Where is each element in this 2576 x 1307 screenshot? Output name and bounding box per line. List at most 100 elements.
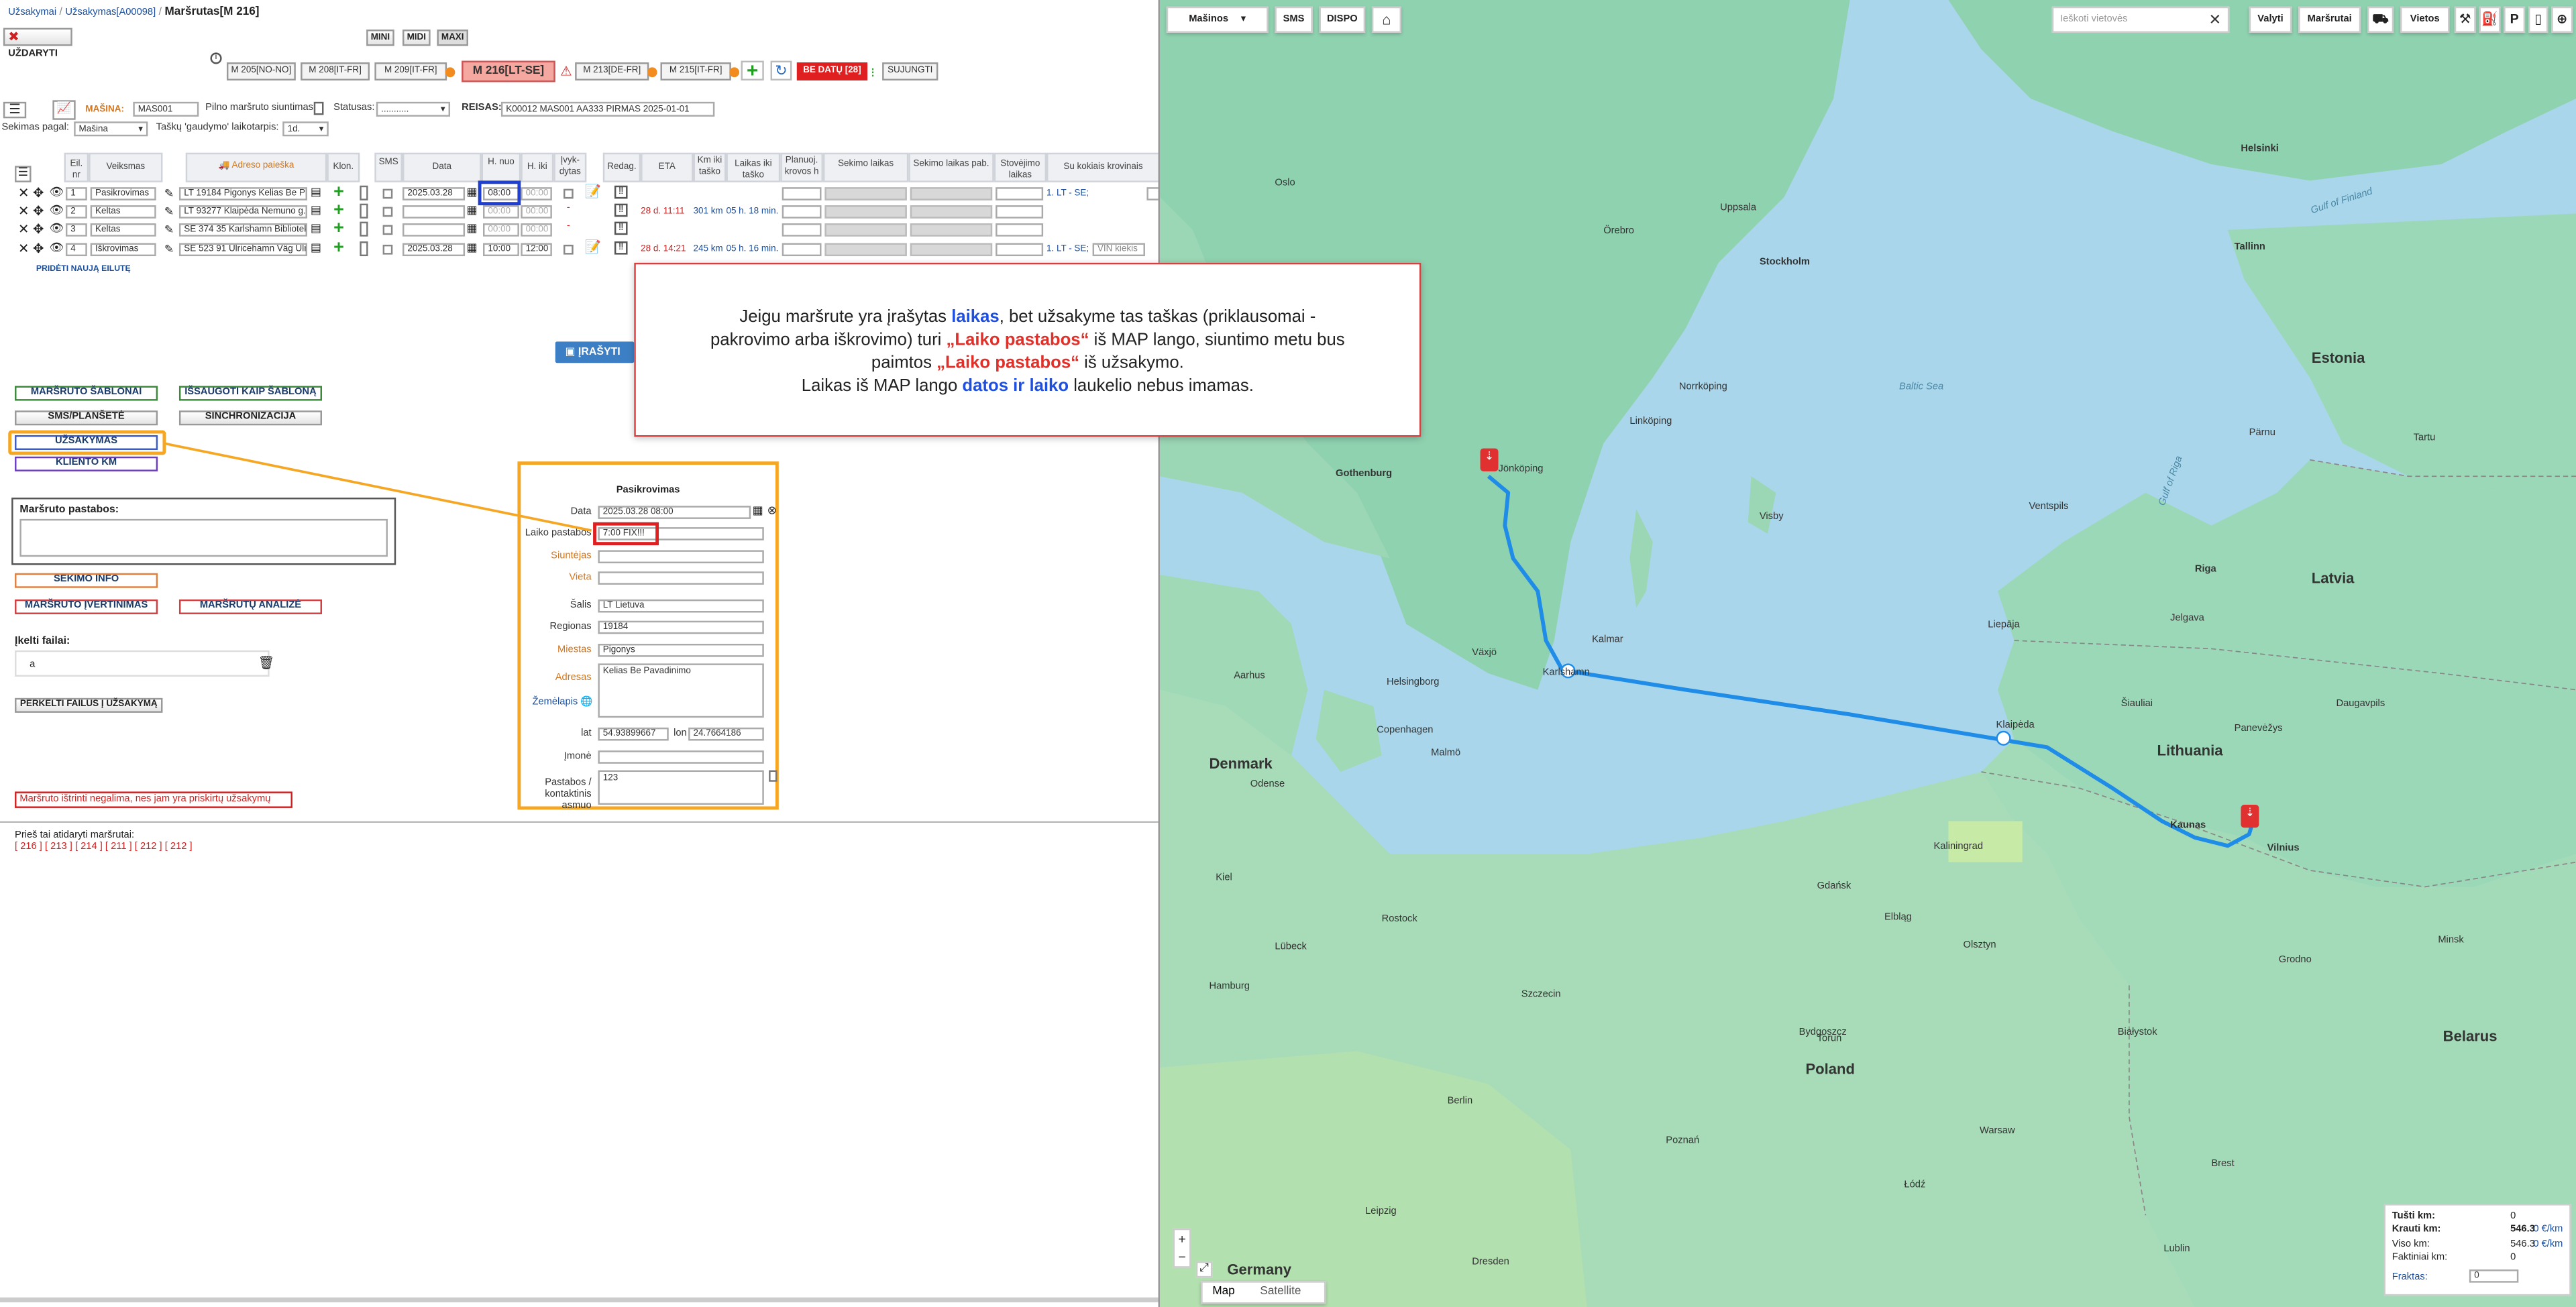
city-label: Białystok	[2117, 1028, 2157, 1038]
city-label: Odense	[1250, 780, 1285, 790]
ferry-marker-icon[interactable]	[1996, 730, 2011, 746]
city-label: Kiel	[1216, 873, 1232, 884]
country-label: Lithuania	[2157, 742, 2223, 759]
city-label: Grodno	[2278, 956, 2312, 966]
country-label: Denmark	[1209, 755, 1273, 773]
map-panel[interactable]: ⇣ ⇣ Estonia Latvia Lithuania Denmark Pol…	[1159, 0, 2576, 1307]
loaded-rate: 0 €/km	[2533, 1225, 2563, 1235]
route-tool-icon[interactable]: ⚒	[2454, 6, 2476, 33]
city-label: Warsaw	[1980, 1127, 2015, 1137]
total-km-value: 546.3	[2510, 1239, 2535, 1250]
home-icon[interactable]: ⌂	[1371, 6, 1401, 33]
city-label: Malmö	[1431, 748, 1461, 759]
city-label: Norrköping	[1678, 382, 1727, 393]
city-label: Brest	[2211, 1159, 2235, 1170]
city-label: Dresden	[1472, 1257, 1509, 1268]
city-label: Copenhagen	[1377, 726, 1434, 736]
fuel-icon[interactable]: ⛽	[2479, 6, 2501, 33]
city-label: Karlshamn	[1542, 668, 1590, 679]
zoom-controls: + −	[1173, 1228, 1191, 1268]
end-marker-icon[interactable]: ⇣	[2241, 805, 2259, 828]
dispo-button[interactable]: DISPO	[1319, 6, 1366, 33]
city-label: Lublin	[2163, 1245, 2190, 1255]
instruction-callout: Jeigu maršrute yra įrašytas laikas, bet …	[634, 262, 1421, 437]
city-label: Łódź	[1904, 1180, 1926, 1191]
city-label: Gdańsk	[1817, 882, 1851, 892]
start-marker-icon[interactable]: ⇣	[1480, 448, 1499, 471]
city-label: Klaipėda	[1996, 721, 2035, 731]
truck-icon[interactable]: ⛟	[2367, 6, 2394, 33]
country-label: Latvia	[2311, 569, 2355, 587]
city-label: Szczecin	[1521, 990, 1561, 1001]
city-label: Jönköping	[1498, 465, 1544, 475]
city-label: Visby	[1759, 512, 1784, 522]
clear-button[interactable]: Valyti	[2249, 6, 2292, 33]
location-search-input[interactable]: Ieškoti vietovės ✕	[2051, 6, 2230, 33]
routes-button[interactable]: Maršrutai	[2298, 6, 2361, 33]
city-label: Linköping	[1629, 417, 1672, 427]
route-editor-panel: Užsakymai / Užsakymas[A00098] / Maršruta…	[0, 0, 1160, 1307]
actual-km-value: 0	[2510, 1253, 2516, 1263]
sms-button[interactable]: SMS	[1275, 6, 1313, 33]
zoom-in-icon[interactable]: +	[1175, 1230, 1189, 1248]
actual-km-label: Faktiniai km:	[2392, 1253, 2448, 1263]
city-label: Aarhus	[1234, 671, 1265, 682]
vehicles-dropdown[interactable]: Mašinos ▾	[1166, 6, 1269, 33]
city-label: Panevėžys	[2234, 724, 2283, 734]
loaded-km-value: 546.3	[2510, 1225, 2535, 1235]
city-label: Berlin	[1447, 1096, 1473, 1107]
city-label: Daugavpils	[2336, 699, 2385, 709]
city-label: Helsinki	[2241, 144, 2279, 155]
city-label: Elbląg	[1884, 913, 1912, 923]
city-label: Uppsala	[1720, 203, 1757, 214]
globe-icon[interactable]: ⊕	[2551, 6, 2573, 33]
city-label: Pärnu	[2249, 429, 2275, 439]
city-label: Tartu	[2413, 433, 2436, 444]
city-label: Stockholm	[1759, 258, 1810, 268]
empty-km-value: 0	[2510, 1212, 2516, 1223]
callout-line-1: Jeigu maršrute yra įrašytas laikas, bet …	[739, 306, 1316, 327]
empty-km-label: Tušti km:	[2392, 1212, 2435, 1223]
city-label: Hamburg	[1209, 982, 1250, 992]
freight-input[interactable]: 0	[2469, 1269, 2519, 1283]
route-stats-panel: Tušti km: 0 Krauti km: 546.3 0 €/km Viso…	[2383, 1204, 2571, 1296]
chevron-down-icon: ▾	[1240, 15, 1246, 25]
places-button[interactable]: Vietos	[2400, 6, 2450, 33]
city-label: Liepāja	[1988, 620, 2020, 631]
close-icon[interactable]: ✕	[2209, 8, 2221, 31]
total-km-label: Viso km:	[2392, 1239, 2430, 1250]
city-label: Poznań	[1666, 1136, 1700, 1147]
city-label: Gothenburg	[1336, 469, 1393, 480]
city-label: Ventspils	[2029, 502, 2069, 513]
city-label: Toruń	[1817, 1034, 1842, 1045]
city-label: Vilnius	[2267, 844, 2300, 854]
map-type-map[interactable]: Map	[1212, 1286, 1234, 1298]
city-label: Kaliningrad	[1933, 842, 1984, 853]
country-label: Estonia	[2311, 349, 2365, 367]
city-label: Riga	[2194, 565, 2216, 575]
city-label: Minsk	[2438, 935, 2464, 946]
country-label: Belarus	[2443, 1028, 2498, 1045]
parking-icon[interactable]: P	[2504, 6, 2526, 33]
city-label: Kalmar	[1592, 635, 1623, 646]
freight-label: Fraktas:	[2392, 1272, 2428, 1283]
callout-line-2: pakrovimo arba iškrovimo) turi „Laiko pa…	[710, 330, 1345, 350]
city-label: Šiauliai	[2121, 699, 2153, 709]
city-label: Olsztyn	[1963, 941, 1996, 951]
connector-lines	[164, 442, 592, 532]
phone-icon[interactable]: ▯	[2528, 6, 2548, 33]
fullscreen-icon[interactable]: ⤢	[1195, 1261, 1213, 1278]
city-label: Lübeck	[1275, 942, 1307, 953]
callout-line-3: paimtos „Laiko pastabos“ iš užsakymo.	[871, 353, 1184, 373]
zoom-out-icon[interactable]: −	[1175, 1248, 1189, 1266]
total-rate: 0 €/km	[2533, 1239, 2563, 1250]
city-label: Tallinn	[2234, 243, 2265, 253]
city-label: Helsingborg	[1386, 678, 1440, 689]
sea-label: Baltic Sea	[1899, 382, 1944, 393]
country-label: Germany	[1227, 1261, 1291, 1278]
country-label: Poland	[1805, 1061, 1855, 1078]
map-type-switch: Map Satellite	[1201, 1281, 1326, 1304]
map-type-satellite[interactable]: Satellite	[1260, 1286, 1301, 1298]
city-label: Jelgava	[2170, 614, 2204, 624]
callout-line-4: Laikas iš MAP lango datos ir laiko lauke…	[801, 376, 1254, 396]
